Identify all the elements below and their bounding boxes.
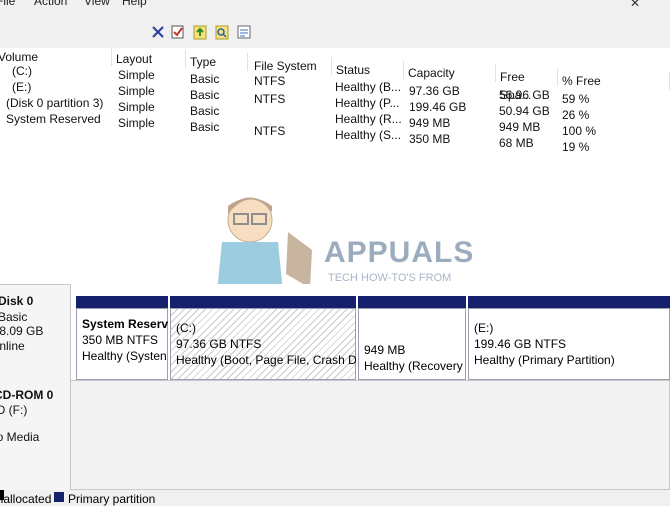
legend-bar: Unallocated Primary partition bbox=[0, 490, 670, 506]
partition-size: 97.36 GB NTFS bbox=[176, 337, 262, 351]
partition-status: Healthy (Systen bbox=[82, 349, 167, 363]
row-3-status: Healthy (S... bbox=[335, 128, 402, 142]
row-1-volume[interactable]: (E:) bbox=[12, 80, 31, 94]
legend-unallocated: Unallocated bbox=[0, 492, 52, 506]
row-2-volume[interactable]: (Disk 0 partition 3) bbox=[6, 96, 103, 110]
col-capacity[interactable]: Capacity bbox=[404, 64, 496, 82]
disk0-state: Online bbox=[0, 339, 25, 353]
partition-status: Healthy (Recovery I bbox=[364, 359, 466, 373]
col-layout[interactable]: Layout bbox=[112, 50, 186, 68]
row-3-type: Basic bbox=[190, 120, 220, 134]
partition-c[interactable]: (C:) 97.36 GB NTFS Healthy (Boot, Page F… bbox=[170, 308, 356, 380]
partition-recovery[interactable]: 949 MB Healthy (Recovery I bbox=[358, 308, 466, 380]
primary-swatch-icon bbox=[54, 492, 64, 502]
partition-status: Healthy (Boot, Page File, Crash Du bbox=[176, 353, 356, 367]
row-3-layout: Simple bbox=[118, 116, 155, 130]
close-icon[interactable]: ✕ bbox=[630, 0, 644, 10]
menu-help[interactable]: Help bbox=[122, 0, 147, 8]
partition-size: 350 MB NTFS bbox=[82, 333, 159, 347]
row-2-pct: 100 % bbox=[562, 124, 597, 138]
cdrom-map bbox=[70, 380, 670, 490]
partition-e[interactable]: (E:) 199.46 GB NTFS Healthy (Primary Par… bbox=[468, 308, 670, 380]
partition-strip bbox=[468, 296, 670, 308]
partition-strip bbox=[76, 296, 168, 308]
row-0-pct: 59 % bbox=[562, 92, 590, 106]
search-icon[interactable] bbox=[214, 24, 230, 40]
col-type[interactable]: Type bbox=[186, 53, 248, 71]
row-1-status: Healthy (P... bbox=[335, 96, 400, 110]
col-filesystem[interactable]: File System bbox=[250, 57, 332, 75]
toolbar bbox=[0, 18, 670, 49]
partition-size: 949 MB bbox=[364, 343, 406, 357]
cdrom-name[interactable]: CD-ROM 0 bbox=[0, 388, 53, 402]
menu-bar: File Action View Help ✕ bbox=[0, 0, 670, 18]
col-status[interactable]: Status bbox=[332, 61, 404, 79]
row-1-fs: NTFS bbox=[254, 92, 286, 106]
disk0-name[interactable]: Disk 0 bbox=[0, 294, 33, 308]
row-1-pct: 26 % bbox=[562, 108, 590, 122]
partition-strip bbox=[170, 296, 356, 308]
partition-size: 199.46 GB NTFS bbox=[474, 337, 567, 351]
row-2-capacity: 949 MB bbox=[409, 116, 451, 130]
row-0-type: Basic bbox=[190, 72, 220, 86]
menu-view[interactable]: View bbox=[84, 0, 110, 8]
partition-title: System Reserv bbox=[82, 317, 168, 331]
row-2-status: Healthy (R... bbox=[335, 112, 402, 126]
row-0-capacity: 97.36 GB bbox=[409, 84, 460, 98]
checklist-icon[interactable] bbox=[170, 24, 186, 40]
partition-strip bbox=[358, 296, 466, 308]
partition-status: Healthy (Primary Partition) bbox=[474, 353, 615, 367]
row-3-pct: 19 % bbox=[562, 140, 590, 154]
partition-title: (E:) bbox=[474, 321, 494, 335]
disk0-size: 298.09 GB bbox=[0, 324, 44, 338]
disk0-type: Basic bbox=[0, 310, 28, 324]
row-0-free: 56.96 GB bbox=[499, 88, 550, 102]
menu-file[interactable]: File bbox=[0, 0, 15, 8]
row-3-capacity: 350 MB bbox=[409, 132, 451, 146]
row-1-capacity: 199.46 GB bbox=[409, 100, 467, 114]
properties-icon[interactable] bbox=[236, 24, 252, 40]
row-1-type: Basic bbox=[190, 88, 220, 102]
row-2-type: Basic bbox=[190, 104, 220, 118]
menu-action[interactable]: Action bbox=[34, 0, 67, 8]
partition-title: (C:) bbox=[176, 321, 196, 335]
row-3-fs: NTFS bbox=[254, 124, 286, 138]
row-0-status: Healthy (B... bbox=[335, 80, 402, 94]
row-0-layout: Simple bbox=[118, 68, 155, 82]
row-0-fs: NTFS bbox=[254, 74, 286, 88]
cdrom-media: No Media bbox=[0, 430, 40, 444]
delete-icon[interactable] bbox=[150, 24, 166, 40]
row-1-free: 50.94 GB bbox=[499, 104, 550, 118]
watermark-brand: APPUALS bbox=[324, 236, 475, 269]
col-free[interactable]: Free Spa... bbox=[496, 68, 558, 102]
row-1-layout: Simple bbox=[118, 84, 155, 98]
row-3-free: 68 MB bbox=[499, 136, 534, 150]
cdrom-drive: DVD (F:) bbox=[0, 403, 28, 417]
col-pct-free[interactable]: % Free bbox=[558, 72, 670, 90]
export-icon[interactable] bbox=[192, 24, 208, 40]
row-2-layout: Simple bbox=[118, 100, 155, 114]
legend-primary: Primary partition bbox=[68, 492, 156, 506]
row-3-volume[interactable]: System Reserved bbox=[6, 112, 101, 126]
row-0-volume[interactable]: (C:) bbox=[12, 64, 32, 78]
row-2-free: 949 MB bbox=[499, 120, 541, 134]
partition-system-reserved[interactable]: System Reserv 350 MB NTFS Healthy (Syste… bbox=[76, 308, 168, 380]
